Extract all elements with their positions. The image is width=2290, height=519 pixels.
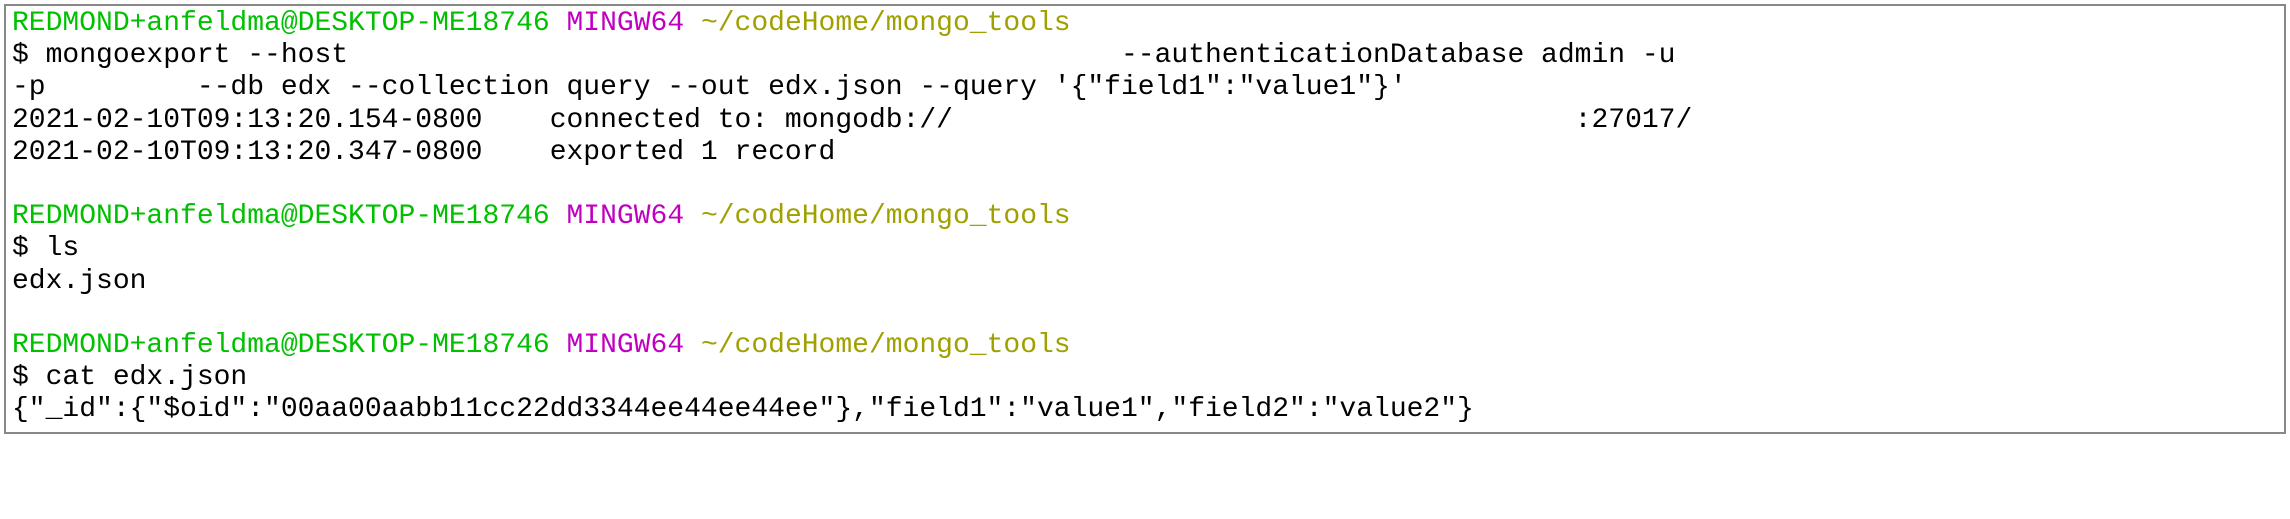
prompt-user: REDMOND+anfeldma@DESKTOP-ME18746 bbox=[12, 8, 550, 39]
command-line: $ ls bbox=[12, 233, 79, 264]
prompt-env: MINGW64 bbox=[567, 330, 685, 361]
prompt-path: ~/codeHome/mongo_tools bbox=[701, 330, 1071, 361]
output-line: edx.json bbox=[12, 266, 146, 297]
prompt-user: REDMOND+anfeldma@DESKTOP-ME18746 bbox=[12, 330, 550, 361]
prompt-user: REDMOND+anfeldma@DESKTOP-ME18746 bbox=[12, 201, 550, 232]
command-line: $ cat edx.json bbox=[12, 362, 247, 393]
prompt-path: ~/codeHome/mongo_tools bbox=[701, 201, 1071, 232]
terminal-window[interactable]: REDMOND+anfeldma@DESKTOP-ME18746 MINGW64… bbox=[4, 4, 2286, 434]
prompt-env: MINGW64 bbox=[567, 201, 685, 232]
output-line: 2021-02-10T09:13:20.347-0800 exported 1 … bbox=[12, 137, 835, 168]
output-line: {"_id":{"$oid":"00aa00aabb11cc22dd3344ee… bbox=[12, 394, 1474, 425]
command-line: -p --db edx --collection query --out edx… bbox=[12, 72, 1407, 103]
output-line: 2021-02-10T09:13:20.154-0800 connected t… bbox=[12, 105, 1692, 136]
command-line: $ mongoexport --host --authenticationDat… bbox=[12, 40, 1675, 71]
prompt-path: ~/codeHome/mongo_tools bbox=[701, 8, 1071, 39]
prompt-env: MINGW64 bbox=[567, 8, 685, 39]
